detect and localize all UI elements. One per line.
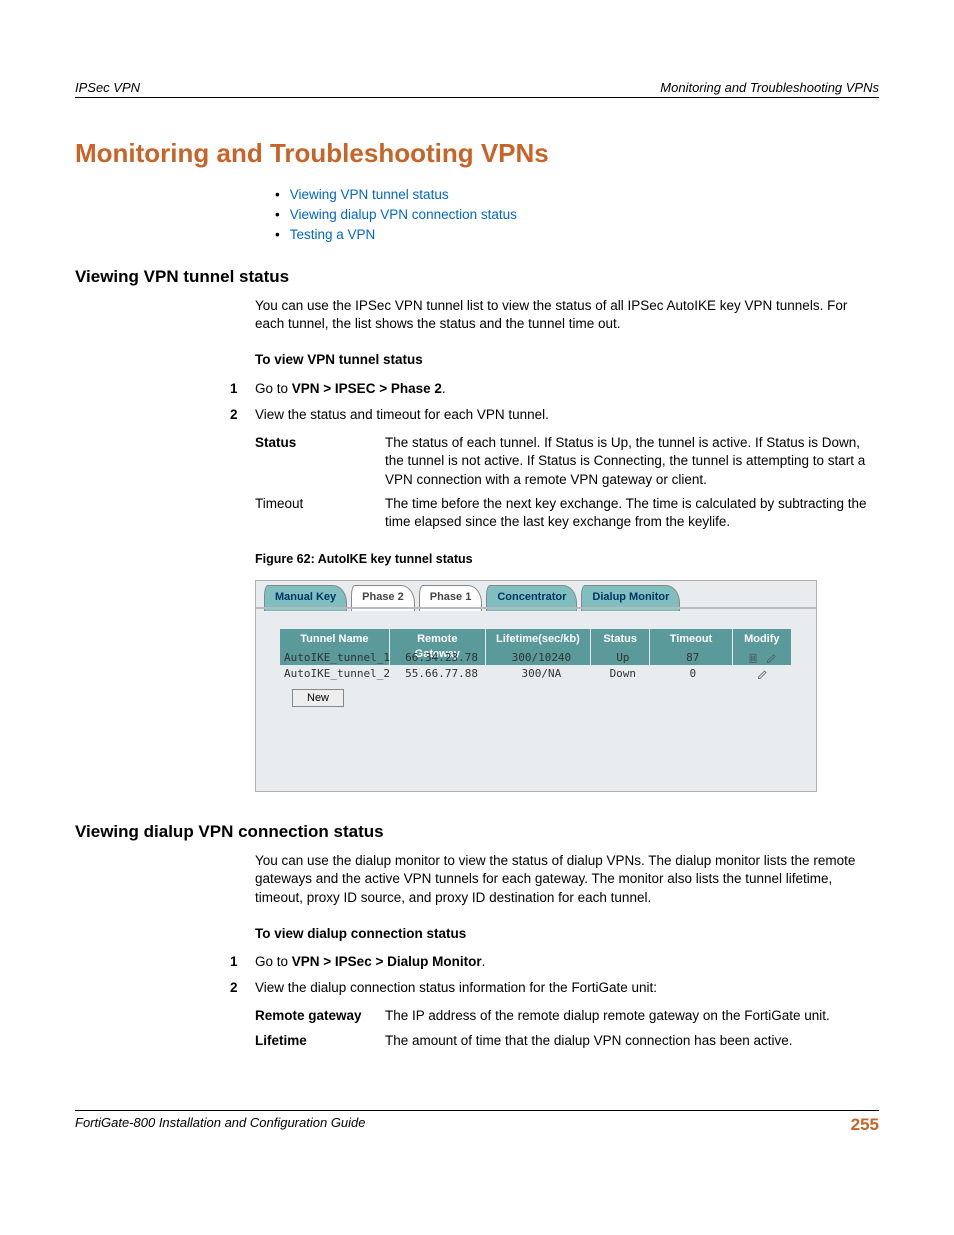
definition-term: Lifetime (255, 1032, 385, 1050)
step-text: Go to VPN > IPSec > Dialup Monitor. (255, 953, 485, 971)
page-title: Monitoring and Troubleshooting VPNs (75, 138, 879, 169)
cell-status: Down (594, 665, 652, 684)
cell-timeout: 0 (652, 665, 733, 684)
toc-link[interactable]: Viewing dialup VPN connection status (290, 207, 517, 222)
toc-link[interactable]: Viewing VPN tunnel status (290, 187, 449, 202)
definition-table: Remote gateway The IP address of the rem… (255, 1007, 879, 1049)
definition-value: The amount of time that the dialup VPN c… (385, 1032, 793, 1050)
edit-icon[interactable] (766, 652, 778, 664)
step-row: 1 Go to VPN > IPSec > Dialup Monitor. (230, 953, 879, 971)
section-body: You can use the IPSec VPN tunnel list to… (255, 297, 879, 792)
step-text: View the status and timeout for each VPN… (255, 406, 549, 424)
definition-term: Timeout (255, 495, 385, 531)
table-row: AutoIKE_tunnel_2 55.66.77.88 300/NA Down… (280, 665, 792, 684)
definition-row: Timeout The time before the next key exc… (255, 495, 879, 531)
definition-term: Status (255, 434, 385, 489)
page-number: 255 (851, 1115, 879, 1135)
toc-item[interactable]: • Viewing VPN tunnel status (275, 187, 879, 202)
step-number: 2 (230, 406, 255, 424)
definition-value: The time before the next key exchange. T… (385, 495, 879, 531)
definition-row: Lifetime The amount of time that the dia… (255, 1032, 879, 1050)
delete-icon[interactable] (747, 652, 759, 664)
header-right: Monitoring and Troubleshooting VPNs (660, 80, 879, 95)
bullet-icon: • (275, 207, 280, 222)
section-heading-dialup: Viewing dialup VPN connection status (75, 822, 879, 842)
screenshot-figure: Manual Key Phase 2 Phase 1 Concentrator … (255, 580, 817, 792)
divider (256, 607, 816, 609)
definition-row: Status The status of each tunnel. If Sta… (255, 434, 879, 489)
procedure-heading: To view dialup connection status (255, 925, 879, 943)
definition-row: Remote gateway The IP address of the rem… (255, 1007, 879, 1025)
step-text: Go to VPN > IPSEC > Phase 2. (255, 380, 446, 398)
definition-term: Remote gateway (255, 1007, 385, 1025)
cell-name: AutoIKE_tunnel_2 (280, 665, 394, 684)
step-row: 2 View the dialup connection status info… (230, 979, 879, 997)
footer-title: FortiGate-800 Installation and Configura… (75, 1115, 366, 1135)
table-of-contents: • Viewing VPN tunnel status • Viewing dial… (275, 187, 879, 242)
step-number: 1 (230, 380, 255, 398)
section-body: You can use the dialup monitor to view t… (255, 852, 879, 1050)
toc-link[interactable]: Testing a VPN (290, 227, 376, 242)
running-header: IPSec VPN Monitoring and Troubleshooting… (75, 80, 879, 98)
definition-value: The status of each tunnel. If Status is … (385, 434, 879, 489)
step-row: 2 View the status and timeout for each V… (230, 406, 879, 424)
toc-item[interactable]: • Testing a VPN (275, 227, 879, 242)
cell-gateway: 55.66.77.88 (394, 665, 489, 684)
procedure-heading: To view VPN tunnel status (255, 351, 879, 369)
step-text: View the dialup connection status inform… (255, 979, 657, 997)
intro-paragraph: You can use the IPSec VPN tunnel list to… (255, 297, 879, 333)
cell-lifetime: 300/NA (489, 665, 593, 684)
running-footer: FortiGate-800 Installation and Configura… (75, 1110, 879, 1135)
intro-paragraph: You can use the dialup monitor to view t… (255, 852, 879, 907)
definition-table: Status The status of each tunnel. If Sta… (255, 434, 879, 531)
edit-icon[interactable] (757, 668, 769, 680)
figure-caption: Figure 62: AutoIKE key tunnel status (255, 551, 879, 568)
section-heading-viewing-tunnel: Viewing VPN tunnel status (75, 267, 879, 287)
definition-value: The IP address of the remote dialup remo… (385, 1007, 830, 1025)
toc-item[interactable]: • Viewing dialup VPN connection status (275, 207, 879, 222)
cell-modify (734, 665, 792, 684)
bullet-icon: • (275, 227, 280, 242)
step-number: 2 (230, 979, 255, 997)
header-left: IPSec VPN (75, 80, 140, 95)
step-row: 1 Go to VPN > IPSEC > Phase 2. (230, 380, 879, 398)
bullet-icon: • (275, 187, 280, 202)
new-button[interactable]: New (292, 689, 344, 707)
step-number: 1 (230, 953, 255, 971)
